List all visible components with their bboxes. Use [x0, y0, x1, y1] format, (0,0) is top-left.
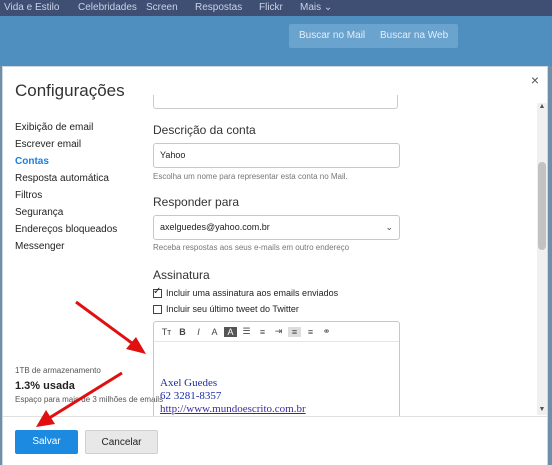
sidebar-item-auto-reply[interactable]: Resposta automática	[15, 170, 145, 187]
align-left-icon[interactable]: ≡	[288, 326, 301, 337]
signature-content[interactable]: Axel Guedes 62 3281-8357 http://www.mund…	[160, 377, 306, 416]
include-signature-checkbox[interactable]: Incluir uma assinatura aos emails enviad…	[153, 286, 339, 298]
scroll-up-icon[interactable]: ▲	[537, 103, 547, 110]
signature-editor[interactable]: Tт B I A A ☰ ≡ ⇥ ≡ ≡ ⚭ Axel Guedes 62 32…	[153, 321, 400, 416]
sidebar-item-compose[interactable]: Escrever email	[15, 136, 145, 153]
numbered-list-icon[interactable]: ≡	[256, 327, 269, 337]
signature-label: Assinatura	[153, 268, 210, 282]
nav-item[interactable]: Respostas	[195, 2, 242, 13]
nav-item[interactable]: Flickr	[259, 2, 283, 13]
description-input[interactable]: Yahoo	[153, 143, 400, 168]
nav-item[interactable]: Mais ⌄	[300, 2, 332, 13]
chevron-down-icon: ⌄	[385, 222, 393, 232]
sidebar-item-blocked-addresses[interactable]: Endereços bloqueados	[15, 221, 145, 238]
previous-field[interactable]	[153, 95, 398, 109]
storage-note: Espaço para mais de 3 milhões de emails	[15, 395, 164, 404]
storage-used: 1.3% usada	[15, 380, 75, 392]
close-icon[interactable]: ×	[531, 72, 539, 88]
description-hint: Escolha um nome para representar esta co…	[153, 172, 348, 181]
search-web-button[interactable]: Buscar na Web	[370, 24, 459, 48]
include-signature-label: Incluir uma assinatura aos emails enviad…	[166, 288, 339, 298]
storage-info: 1TB de armazenamento 1.3% usada Espaço p…	[15, 366, 163, 404]
cancel-button[interactable]: Cancelar	[85, 430, 158, 454]
checkbox-unchecked-icon[interactable]	[153, 304, 162, 314]
storage-capacity: 1TB de armazenamento	[15, 366, 101, 375]
include-tweet-checkbox[interactable]: Incluir seu último tweet do Twitter	[153, 304, 299, 314]
bullet-list-icon[interactable]: ☰	[240, 326, 253, 337]
search-bar: Buscar no Mail Buscar na Web	[0, 16, 552, 66]
reply-to-label: Responder para	[153, 195, 240, 209]
reply-to-hint: Receba respostas aos seus e-mails em out…	[153, 243, 350, 252]
dialog-footer: Salvar Cancelar	[3, 416, 547, 465]
nav-item[interactable]: Celebridades	[78, 2, 137, 13]
signature-phone: 62 3281-8357	[160, 390, 222, 402]
top-navigation: Vida e Estilo Celebridades Screen Respos…	[0, 0, 552, 16]
highlight-icon[interactable]: A	[224, 326, 237, 337]
indent-icon[interactable]: ⇥	[272, 326, 285, 337]
bold-icon[interactable]: B	[176, 327, 189, 337]
search-mail-button[interactable]: Buscar no Mail	[289, 24, 376, 48]
account-settings-panel: Descrição da conta Yahoo Escolha um nome…	[150, 95, 535, 416]
checkbox-checked-icon[interactable]	[153, 286, 162, 298]
link-icon[interactable]: ⚭	[320, 326, 333, 337]
scrollbar-thumb[interactable]	[538, 162, 546, 250]
dialog-title: Configurações	[15, 81, 125, 100]
nav-item[interactable]: Vida e Estilo	[4, 2, 59, 13]
include-tweet-label: Incluir seu último tweet do Twitter	[166, 304, 299, 314]
reply-to-select[interactable]: axelguedes@yahoo.com.br ⌄	[153, 215, 400, 240]
signature-url[interactable]: http://www.mundoescrito.com.br	[160, 403, 306, 416]
signature-name: Axel Guedes	[160, 377, 218, 389]
sidebar-item-messenger[interactable]: Messenger	[15, 238, 145, 255]
sidebar-item-security[interactable]: Segurança	[15, 204, 145, 221]
scrollbar[interactable]	[537, 103, 547, 415]
nav-item[interactable]: Screen	[146, 2, 178, 13]
sidebar-item-filters[interactable]: Filtros	[15, 187, 145, 204]
save-button[interactable]: Salvar	[15, 430, 78, 454]
description-label: Descrição da conta	[153, 123, 256, 137]
font-size-icon[interactable]: Tт	[160, 327, 173, 337]
scroll-down-icon[interactable]: ▼	[537, 406, 547, 413]
settings-dialog: Configurações × Exibição de email Escrev…	[2, 66, 548, 465]
settings-sidebar: Exibição de email Escrever email Contas …	[15, 119, 145, 255]
editor-toolbar: Tт B I A A ☰ ≡ ⇥ ≡ ≡ ⚭	[154, 322, 399, 342]
text-color-icon[interactable]: A	[208, 327, 221, 337]
sidebar-item-email-display[interactable]: Exibição de email	[15, 119, 145, 136]
sidebar-item-accounts[interactable]: Contas	[15, 153, 145, 170]
align-center-icon[interactable]: ≡	[304, 327, 317, 337]
reply-to-value: axelguedes@yahoo.com.br	[160, 222, 270, 232]
italic-icon[interactable]: I	[192, 327, 205, 337]
